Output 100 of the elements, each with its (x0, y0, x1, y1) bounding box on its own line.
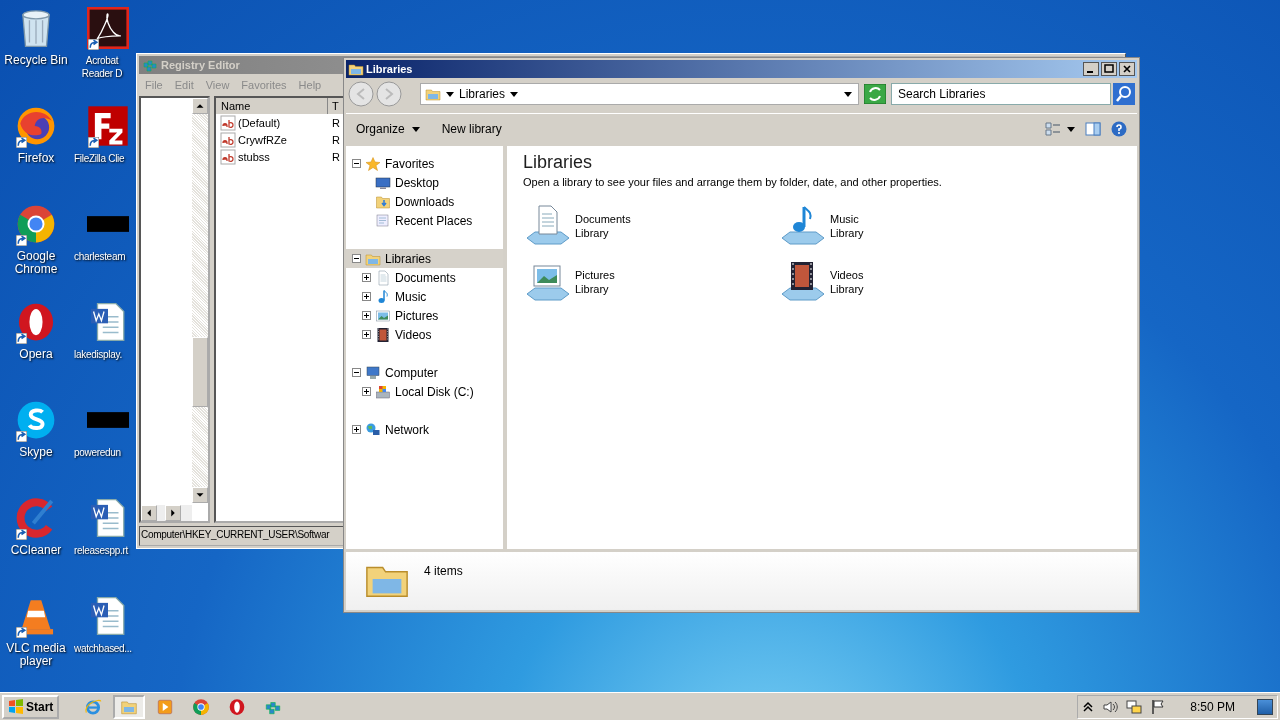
desktop-icon-label[interactable]: charlesteam (72, 250, 126, 263)
show-hidden-icons-icon[interactable] (1082, 700, 1095, 713)
new-library-button[interactable]: New library (435, 119, 508, 139)
address-bar[interactable]: Libraries (420, 83, 859, 105)
chrome-icon[interactable] (15, 203, 57, 245)
nav-item[interactable]: Favorites (346, 154, 503, 173)
description-text: Open a library to see your files and arrange them by folder, date, and other properties. (523, 176, 943, 188)
search-field[interactable]: Search Libraries (891, 83, 1111, 105)
opera-icon (228, 697, 247, 716)
scroll-down-button[interactable] (192, 487, 208, 503)
string-value-icon (220, 131, 236, 148)
nav-item[interactable]: Music (346, 287, 503, 306)
nav-item[interactable]: Desktop (346, 173, 503, 192)
speaker-icon[interactable] (1102, 698, 1119, 715)
show-desktop-button[interactable] (1257, 698, 1273, 715)
desktop-icon-label[interactable]: FileZilla Clie (72, 152, 125, 165)
desktop-icon-label[interactable]: Recycle Bin (4, 54, 68, 67)
column-header[interactable]: T (328, 98, 339, 114)
nav-item[interactable]: Pictures (346, 306, 503, 325)
library-type: Library (830, 282, 864, 296)
library-folder-icon (348, 61, 364, 77)
value-type: R (332, 116, 340, 129)
expander-icon[interactable] (362, 330, 371, 339)
music-note-icon (375, 288, 391, 305)
filezilla-icon[interactable] (87, 105, 129, 147)
library-type: Library (575, 282, 610, 296)
scroll-left-button[interactable] (141, 505, 157, 521)
recent-places-icon (375, 212, 391, 229)
registry-editor-icon (142, 57, 158, 73)
desktop-icon-label[interactable]: Google Chrome (1, 250, 71, 276)
search-icon[interactable] (1113, 83, 1135, 105)
organize-button[interactable]: Organize (350, 119, 426, 139)
nav-item[interactable]: Videos (346, 325, 503, 344)
computer-icon (365, 364, 381, 381)
preview-pane-icon[interactable] (1085, 121, 1101, 137)
nav-item[interactable]: Documents (346, 268, 503, 287)
desktop-icon-label[interactable]: Acrobat Reader D (72, 54, 130, 80)
status-bar-path: Computer\HKEY_CURRENT_USER\Softwar (141, 529, 330, 540)
flag-icon[interactable] (1150, 698, 1167, 715)
clock[interactable]: 8:50 PM (1190, 699, 1235, 714)
library-type: Library (830, 226, 864, 240)
desktop-icon-label[interactable]: CCleaner (10, 544, 62, 557)
breadcrumb-item[interactable]: Libraries (459, 87, 506, 101)
value-type: R (332, 150, 340, 163)
nav-item[interactable]: Network (346, 420, 503, 439)
window-title: Registry Editor (161, 59, 240, 71)
scroll-up-button[interactable] (192, 98, 208, 114)
desktop-icon-label[interactable]: VLC media player (1, 642, 71, 668)
library-name[interactable]: Documents (575, 212, 631, 226)
window-title: Libraries (366, 63, 413, 75)
expander-icon[interactable] (362, 273, 371, 282)
desktop-icon-label[interactable]: poweredun (72, 446, 121, 459)
value-name[interactable]: (Default) (238, 116, 330, 129)
desktop-icon-label[interactable]: releasespp.rt (72, 544, 128, 557)
close-button[interactable] (1119, 62, 1135, 76)
maximize-button[interactable] (1101, 62, 1117, 76)
desktop-icon-label[interactable]: lakedisplay. (72, 348, 122, 361)
caret-icon[interactable] (1067, 126, 1075, 132)
minimize-button[interactable] (1083, 62, 1099, 76)
expander-icon[interactable] (352, 254, 361, 263)
horizontal-scrollbar[interactable] (141, 505, 192, 521)
refresh-button[interactable] (864, 84, 886, 104)
nav-item[interactable]: Libraries (346, 249, 503, 268)
item-count: 4 items (424, 564, 463, 578)
desktop-icon-label[interactable]: watchbased... (72, 642, 132, 655)
skype-icon[interactable] (15, 399, 57, 441)
column-header[interactable]: Name (216, 98, 328, 114)
desktop-icon-label[interactable]: Skype (19, 446, 53, 459)
windows-logo-icon (8, 698, 24, 715)
vertical-scrollbar[interactable] (192, 98, 208, 503)
expander-icon[interactable] (352, 159, 361, 168)
nav-item[interactable]: Downloads (346, 192, 503, 211)
desktop-icon-label[interactable]: Firefox (17, 152, 55, 165)
scrollbar-thumb[interactable] (192, 337, 208, 407)
firefox-icon[interactable] (15, 105, 57, 147)
library-name[interactable]: Music (830, 212, 864, 226)
desktop-icon-label[interactable]: Opera (19, 348, 53, 361)
help-icon[interactable] (1111, 121, 1127, 137)
library-name[interactable]: Pictures (575, 268, 615, 282)
expander-icon[interactable] (362, 387, 371, 396)
value-name[interactable]: stubss (238, 150, 330, 163)
document-icon (375, 269, 391, 286)
expander-icon[interactable] (362, 311, 371, 320)
nav-item[interactable]: Computer (346, 363, 503, 382)
string-value-icon (220, 114, 236, 131)
nav-item[interactable]: Recent Places (346, 211, 503, 230)
network-icon[interactable] (1126, 698, 1143, 715)
caret-icon (411, 126, 420, 132)
monitor-icon (375, 174, 391, 191)
media-player-icon (156, 697, 175, 716)
library-folder-icon (425, 86, 441, 102)
start-button[interactable]: Start (2, 694, 60, 719)
scroll-right-button[interactable] (165, 505, 181, 521)
value-name[interactable]: CrywfRZe (238, 133, 330, 146)
expander-icon[interactable] (352, 425, 361, 434)
acrobat-icon[interactable] (87, 7, 129, 49)
library-name[interactable]: Videos (830, 268, 864, 282)
expander-icon[interactable] (352, 368, 361, 377)
expander-icon[interactable] (362, 292, 371, 301)
nav-item[interactable]: Local Disk (C:) (346, 382, 503, 401)
